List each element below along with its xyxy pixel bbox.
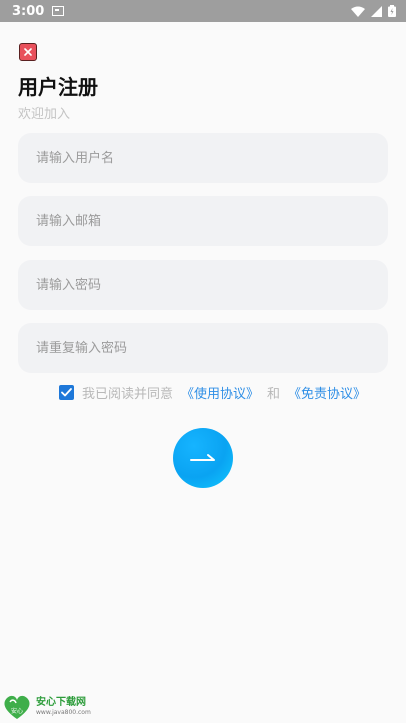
status-bar: 3:00: [0, 0, 406, 22]
page-subtitle: 欢迎加入: [18, 107, 71, 122]
username-input[interactable]: [18, 133, 388, 183]
and-text: 和: [267, 387, 281, 402]
page-title: 用户注册: [18, 75, 98, 99]
watermark: 安心 安心下载网 www.java800.com: [2, 694, 91, 720]
disclaimer-link[interactable]: 《免责协议》: [288, 383, 366, 402]
confirm-password-input[interactable]: [18, 323, 388, 373]
terms-link[interactable]: 《使用协议》: [181, 383, 259, 402]
submit-button[interactable]: [173, 428, 233, 488]
arrow-right-icon: [190, 454, 215, 461]
close-icon: [24, 48, 32, 56]
close-button[interactable]: [19, 43, 37, 61]
watermark-logo-icon: 安心: [4, 695, 30, 719]
watermark-url: www.java800.com: [36, 709, 91, 716]
email-input[interactable]: [18, 196, 388, 246]
status-time: 3:00: [12, 3, 45, 19]
agreement-row: 我已阅读并同意 《使用协议》 和 《免责协议》: [59, 383, 374, 402]
battery-icon: [388, 5, 396, 17]
svg-text:安心: 安心: [11, 707, 23, 715]
password-input[interactable]: [18, 260, 388, 310]
agreement-text: 我已阅读并同意: [82, 387, 174, 402]
status-icons: [351, 5, 396, 17]
sim-card-icon: [52, 6, 65, 16]
watermark-title: 安心下载网: [36, 697, 86, 708]
check-icon: [61, 388, 72, 397]
wifi-icon: [351, 6, 365, 17]
agreement-checkbox[interactable]: [59, 385, 74, 400]
signal-icon: [371, 5, 382, 17]
